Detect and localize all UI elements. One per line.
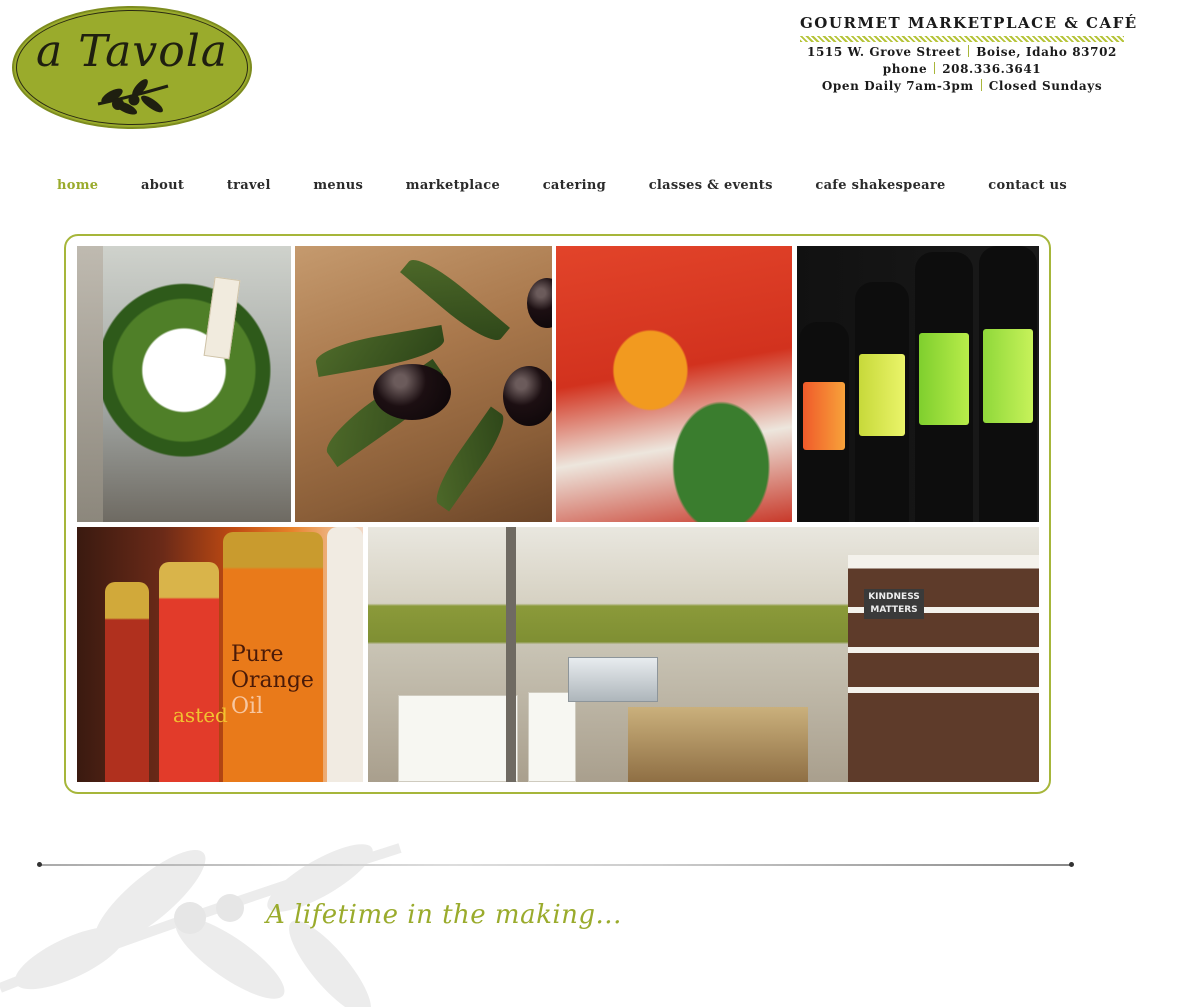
marketplace-interior-photo: KINDNESS MATTERS bbox=[368, 527, 1039, 782]
site-logo[interactable]: a Tavola bbox=[12, 6, 252, 129]
site-motto: A lifetime in the making... bbox=[266, 900, 622, 930]
olive-fruit bbox=[373, 364, 451, 420]
oil-bottle bbox=[799, 322, 849, 522]
nav-item-home[interactable]: home bbox=[57, 178, 98, 193]
nav-item-catering[interactable]: catering bbox=[543, 178, 606, 193]
store-tagline: GOURMET MARKETPLACE & CAFÉ bbox=[800, 14, 1138, 32]
separator bbox=[968, 45, 970, 57]
separator bbox=[934, 62, 936, 74]
olive-branch-photo bbox=[295, 246, 552, 522]
shelf bbox=[848, 647, 1039, 653]
oil-bottle bbox=[105, 582, 149, 782]
olive-leaf bbox=[427, 406, 513, 512]
section-divider bbox=[40, 864, 1072, 866]
bottle-label: asted bbox=[173, 703, 228, 727]
oil-bottle bbox=[855, 282, 909, 522]
nav-item-menus[interactable]: menus bbox=[313, 178, 363, 193]
oil-bottle bbox=[915, 252, 973, 522]
nav-item-contact-us[interactable]: contact us bbox=[988, 178, 1067, 193]
phone-line: phone 208.336.3641 bbox=[800, 62, 1124, 76]
orange-oil-bottle: Pure Orange Oil bbox=[223, 532, 323, 782]
address-line: 1515 W. Grove Street Boise, Idaho 83702 bbox=[800, 45, 1124, 59]
address-street: 1515 W. Grove Street bbox=[807, 45, 962, 59]
store-counter bbox=[398, 695, 518, 782]
phone-number[interactable]: 208.336.3641 bbox=[942, 62, 1041, 76]
nav-item-about[interactable]: about bbox=[141, 178, 184, 193]
separator bbox=[980, 79, 982, 91]
oil-bottle bbox=[159, 562, 219, 782]
tagline-rule bbox=[800, 36, 1124, 42]
main-nav: home about travel menus marketplace cate… bbox=[57, 178, 1067, 193]
gift-tag bbox=[203, 276, 241, 360]
hours-open: Open Daily 7am-3pm bbox=[821, 79, 974, 93]
nav-item-classes-events[interactable]: classes & events bbox=[649, 178, 773, 193]
olive-branch-icon bbox=[97, 79, 169, 115]
oil-bottle bbox=[979, 246, 1037, 522]
infused-oils-photo: Pure Orange Oil asted bbox=[77, 527, 363, 782]
nav-item-marketplace[interactable]: marketplace bbox=[406, 178, 500, 193]
boxwood-wreath-photo bbox=[77, 246, 291, 522]
bottle-label: Pure Orange Oil bbox=[231, 642, 314, 719]
kindness-sign: KINDNESS MATTERS bbox=[864, 589, 924, 619]
hours-line: Open Daily 7am-3pm Closed Sundays bbox=[800, 79, 1124, 93]
store-info: GOURMET MARKETPLACE & CAFÉ 1515 W. Grove… bbox=[800, 14, 1138, 93]
door-edge bbox=[77, 246, 103, 522]
tomato-salad-photo bbox=[556, 246, 792, 522]
divider-endpoint bbox=[1069, 862, 1074, 867]
shelf bbox=[848, 687, 1039, 693]
logo-text: a Tavola bbox=[35, 26, 229, 77]
support-post bbox=[506, 527, 516, 782]
oil-bottle bbox=[327, 527, 363, 782]
nav-item-cafe-shakespeare[interactable]: cafe shakespeare bbox=[815, 178, 945, 193]
nav-item-travel[interactable]: travel bbox=[227, 178, 271, 193]
olive-fruit bbox=[527, 278, 552, 328]
display-table bbox=[628, 707, 808, 782]
divider-endpoint bbox=[37, 862, 42, 867]
deli-case bbox=[568, 657, 658, 702]
phone-label: phone bbox=[882, 62, 928, 76]
hours-closed: Closed Sundays bbox=[988, 79, 1103, 93]
address-city: Boise, Idaho 83702 bbox=[976, 45, 1117, 59]
store-counter bbox=[528, 692, 576, 782]
olive-fruit bbox=[503, 366, 552, 426]
olive-oil-bottles-photo bbox=[797, 246, 1039, 522]
